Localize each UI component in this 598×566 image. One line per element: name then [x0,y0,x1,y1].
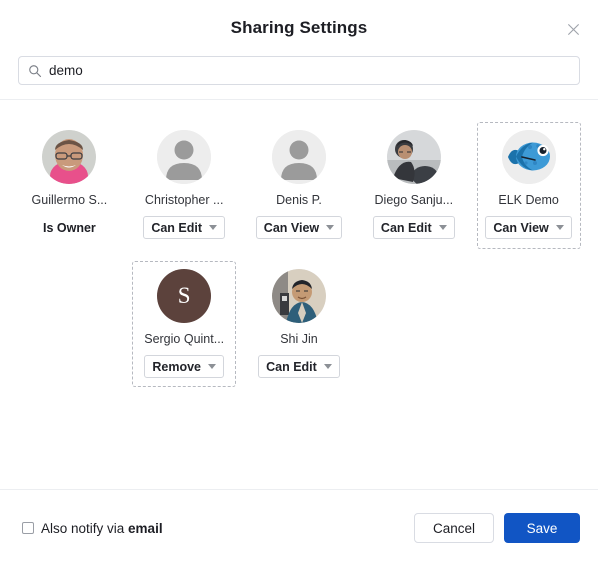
avatar-placeholder-icon [157,130,212,184]
role-label: Can View [263,220,320,235]
person-name: ELK Demo [498,193,559,207]
notify-prefix: Also notify via [41,520,129,536]
chevron-down-icon [323,364,332,369]
person-card-shi-jin[interactable]: Shi Jin Can Edit [247,261,351,387]
footer-actions: Cancel Save [413,513,580,543]
avatar [386,130,441,184]
person-card-denis[interactable]: Denis P. Can View [247,122,351,249]
sharing-settings-dialog: Sharing Settings demo Guillermo S... Is … [0,0,598,566]
avatar-initial: S [157,269,212,323]
avatar [271,269,326,323]
chevron-down-icon [326,225,335,230]
notify-email-checkbox-group[interactable]: Also notify via email [22,521,163,536]
dialog-footer: Also notify via email Cancel Save [0,490,598,566]
person-card-sergio[interactable]: S Sergio Quint... Remove [132,261,237,387]
notify-email-label: Also notify via email [41,521,163,536]
chevron-down-icon [208,364,216,369]
role-label: Can Edit [266,359,317,374]
people-grid: Guillermo S... Is Owner Christopher ... … [12,122,586,387]
person-name: Guillermo S... [31,193,108,207]
role-label: Can Edit [151,220,203,235]
chevron-down-icon [209,225,218,230]
page-title: Sharing Settings [230,18,368,37]
person-name: Diego Sanju... [374,193,454,207]
search-input[interactable] [49,57,579,84]
person-card-elk-demo[interactable]: ELK Demo Can View [476,122,581,249]
person-card-christopher[interactable]: Christopher ... Can Edit [132,122,236,249]
person-role-dropdown[interactable]: Can View [255,216,343,239]
avatar [42,130,97,184]
avatar-placeholder-icon [271,130,326,184]
chevron-down-icon [438,225,447,230]
role-label: Can View [493,220,549,235]
dialog-header: Sharing Settings [0,0,598,56]
person-role-owner: Is Owner [42,221,96,235]
role-label: Remove [152,359,201,374]
search-box[interactable] [18,56,580,85]
cancel-button[interactable]: Cancel [413,513,494,543]
notify-bold: email [128,520,163,536]
people-section: Guillermo S... Is Owner Christopher ... … [0,100,598,489]
person-name: Christopher ... [144,193,224,207]
person-name: Sergio Quint... [144,332,225,346]
elk-fish-logo-icon [501,130,556,184]
person-card-guillermo[interactable]: Guillermo S... Is Owner [17,122,121,249]
search-icon [29,64,42,77]
person-role-dropdown[interactable]: Can Edit [372,216,455,239]
person-name: Denis P. [276,193,322,207]
person-role-dropdown[interactable]: Can View [485,216,572,239]
person-card-diego[interactable]: Diego Sanju... Can Edit [362,122,466,249]
role-label: Can Edit [380,220,432,235]
avatar-initial-letter: S [177,283,191,308]
notify-email-checkbox[interactable] [22,522,34,534]
close-icon[interactable] [560,16,586,42]
chevron-down-icon [555,225,564,230]
person-role-dropdown[interactable]: Can Edit [143,216,226,239]
person-name: Shi Jin [280,332,318,346]
person-role-dropdown[interactable]: Can Edit [258,355,340,378]
search-section [0,56,598,85]
person-role-dropdown[interactable]: Remove [144,355,224,378]
save-button[interactable]: Save [504,513,580,543]
